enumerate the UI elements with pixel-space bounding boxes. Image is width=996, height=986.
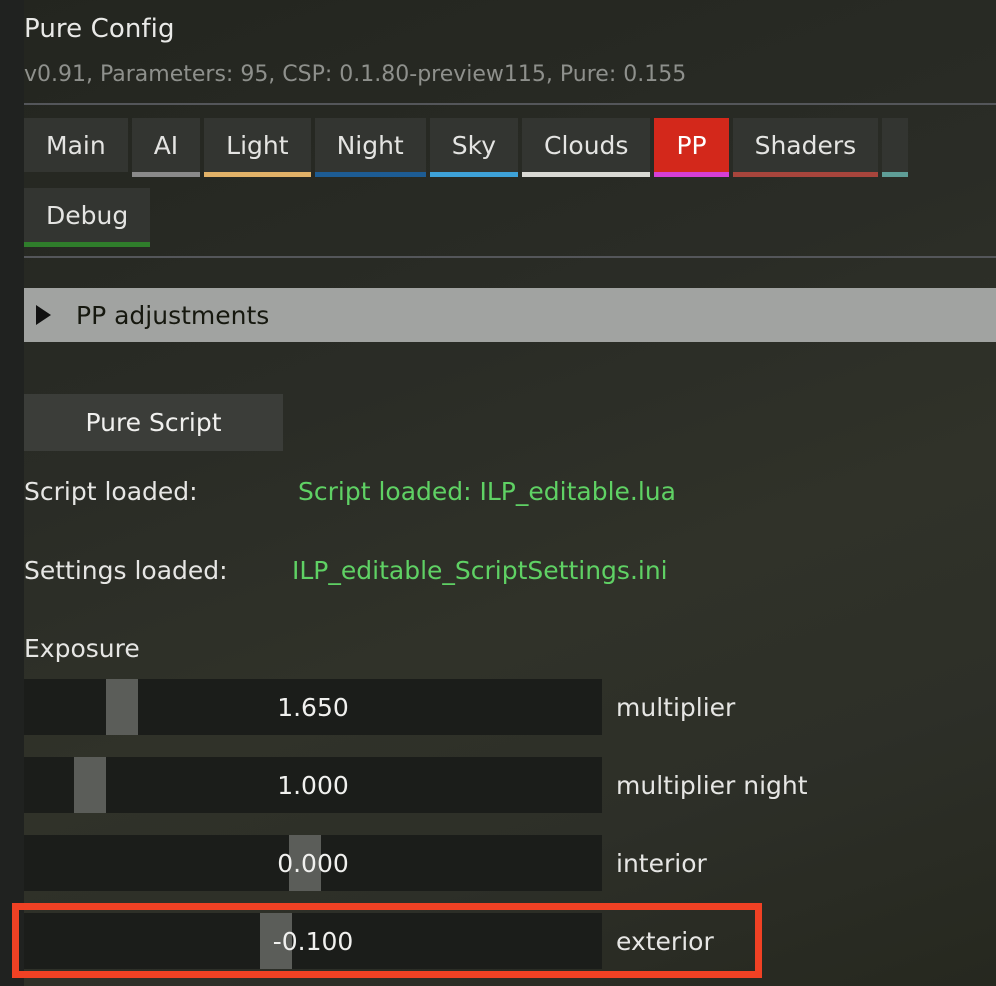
tab-ai[interactable]: AI bbox=[131, 118, 201, 177]
slider-row: 1.650 multiplier bbox=[24, 679, 735, 735]
triangle-right-icon bbox=[36, 305, 51, 325]
slider-row: 0.000 interior bbox=[24, 835, 707, 891]
script-loaded-value: Script loaded: ILP_editable.lua bbox=[298, 477, 676, 506]
tab-underline bbox=[522, 172, 651, 177]
left-gutter bbox=[0, 0, 24, 986]
tab-label: Debug bbox=[46, 200, 129, 230]
tab-underline bbox=[131, 172, 201, 177]
slider-row: 1.000 multiplier night bbox=[24, 757, 808, 813]
tab-underline bbox=[732, 172, 879, 177]
tab-shaders[interactable]: Shaders bbox=[732, 118, 879, 177]
slider-value: 1.000 bbox=[277, 770, 349, 800]
slider-label: exterior bbox=[616, 926, 714, 956]
tab-bar-row-2: Debug bbox=[24, 188, 154, 247]
page-title: Pure Config bbox=[24, 14, 175, 44]
tab-label: Clouds bbox=[544, 130, 629, 160]
settings-loaded-value: ILP_editable_ScriptSettings.ini bbox=[292, 556, 668, 585]
slider-label: interior bbox=[616, 848, 707, 878]
tab-clouds[interactable]: Clouds bbox=[522, 118, 651, 177]
slider-interior[interactable]: 0.000 bbox=[24, 835, 602, 891]
tab-label: Night bbox=[336, 130, 404, 160]
tab-sky[interactable]: Sky bbox=[429, 118, 518, 177]
slider-handle[interactable] bbox=[260, 913, 292, 969]
slider-row: -0.100 exterior bbox=[24, 913, 714, 969]
slider-multiplier[interactable]: 1.650 bbox=[24, 679, 602, 735]
exposure-group-label: Exposure bbox=[24, 634, 140, 663]
settings-loaded-label: Settings loaded: bbox=[24, 556, 228, 585]
slider-label: multiplier night bbox=[616, 770, 808, 800]
tab-underline bbox=[24, 242, 151, 247]
slider-value: -0.100 bbox=[272, 926, 354, 956]
script-loaded-row: Script loaded: Script loaded: ILP_editab… bbox=[24, 477, 676, 506]
tab-label: Sky bbox=[451, 130, 496, 160]
tab-underline bbox=[654, 172, 729, 177]
slider-handle[interactable] bbox=[73, 757, 106, 813]
section-header-pp-adjustments[interactable]: PP adjustments bbox=[24, 288, 996, 342]
tab-main[interactable]: Main bbox=[24, 118, 128, 172]
tab-label: PP bbox=[676, 130, 707, 160]
tab-underline bbox=[882, 172, 909, 177]
settings-loaded-row: Settings loaded: ILP_editable_ScriptSett… bbox=[24, 556, 668, 585]
tab-underline bbox=[204, 172, 311, 177]
tab-light[interactable]: Light bbox=[204, 118, 311, 177]
tab-more[interactable] bbox=[882, 118, 909, 177]
tab-bar-row-1: Main AI Light Night Sky Clouds PP Shaders bbox=[24, 118, 912, 177]
tab-label: Shaders bbox=[754, 130, 857, 160]
tab-pp[interactable]: PP bbox=[654, 118, 729, 177]
section-header-label: PP adjustments bbox=[76, 300, 270, 330]
tab-debug[interactable]: Debug bbox=[24, 188, 151, 247]
pure-script-button-label: Pure Script bbox=[85, 408, 222, 437]
script-loaded-label: Script loaded: bbox=[24, 477, 198, 506]
slider-exterior[interactable]: -0.100 bbox=[24, 913, 602, 969]
slider-multiplier-night[interactable]: 1.000 bbox=[24, 757, 602, 813]
tab-underline bbox=[314, 172, 426, 177]
tab-label: Light bbox=[226, 130, 289, 160]
tab-night[interactable]: Night bbox=[314, 118, 426, 177]
pure-script-button[interactable]: Pure Script bbox=[24, 394, 283, 451]
slider-handle[interactable] bbox=[106, 679, 139, 735]
slider-label: multiplier bbox=[616, 692, 736, 722]
tabbar-divider bbox=[24, 256, 996, 258]
slider-handle[interactable] bbox=[288, 835, 321, 891]
tab-label: AI bbox=[153, 130, 179, 160]
header-divider bbox=[24, 103, 996, 105]
pure-config-window: Pure Config v0.91, Parameters: 95, CSP: … bbox=[0, 0, 996, 986]
tab-label: Main bbox=[46, 130, 106, 160]
version-info: v0.91, Parameters: 95, CSP: 0.1.80-previ… bbox=[24, 62, 687, 87]
tab-underline bbox=[429, 172, 518, 177]
